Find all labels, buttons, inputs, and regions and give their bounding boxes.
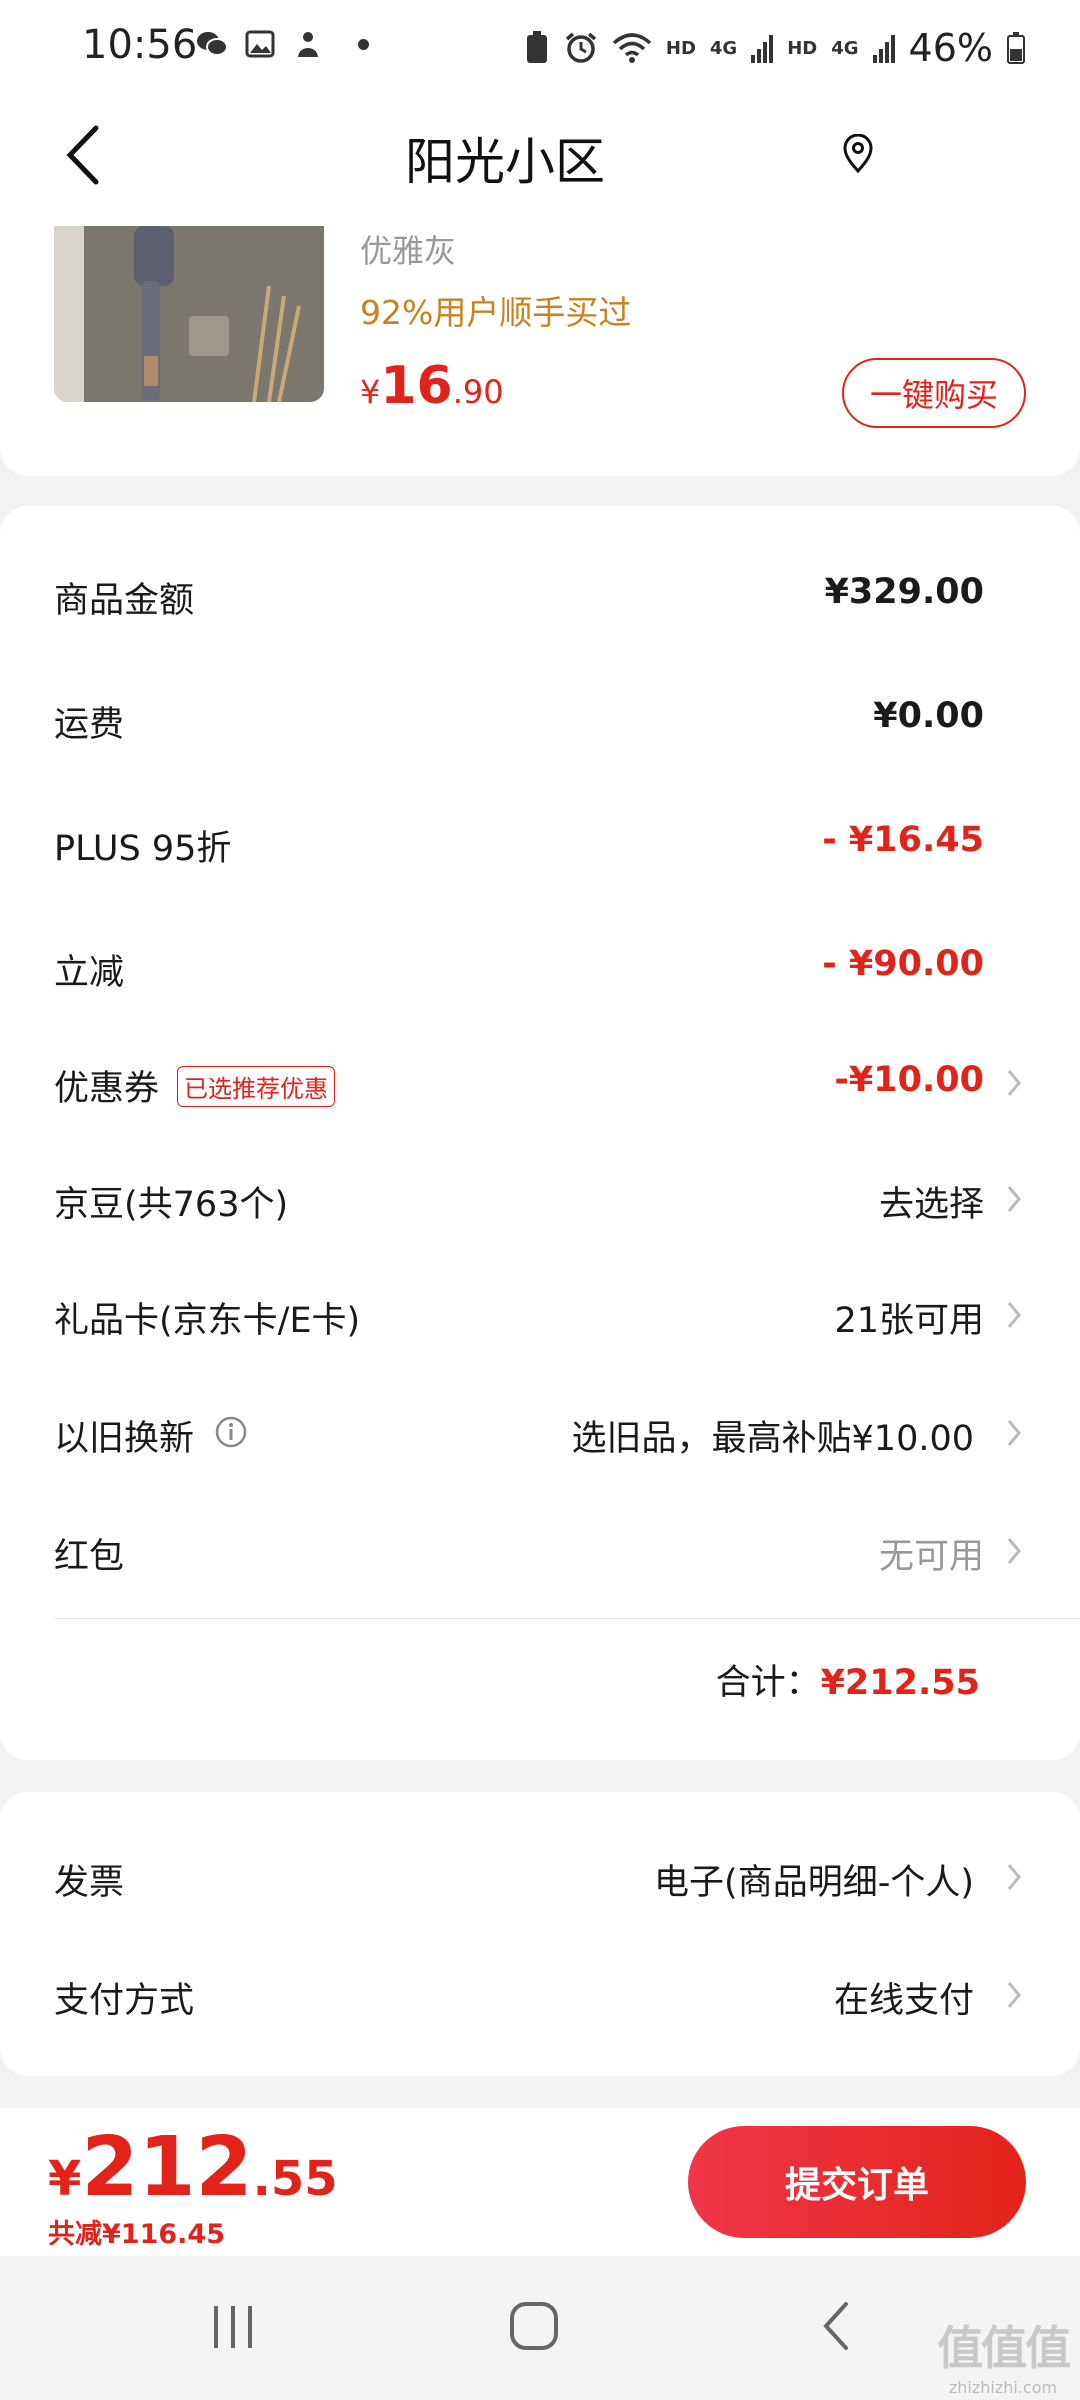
summary-row-gift-card[interactable]: 礼品卡(京东卡/E卡) 21张可用 <box>54 1274 1024 1354</box>
row-value: 21张可用 <box>834 1301 984 1341</box>
row-label: 礼品卡(京东卡/E卡) <box>54 1301 361 1341</box>
system-icons: HD 4G HD 4G 46% <box>524 26 1025 70</box>
network-hd-label: HD <box>665 37 696 59</box>
invoice-row[interactable]: 发票 电子(商品明细-个人) <box>54 1836 1024 1916</box>
row-value: 电子(商品明细-个人) <box>654 1863 974 1903</box>
recommended-product-card: 优雅灰 92%用户顺手买过 ¥16.90 一键购买 <box>0 226 1080 476</box>
battery-percent: 46% <box>908 26 993 70</box>
info-icon[interactable] <box>214 1415 248 1458</box>
product-price: ¥16.90 <box>360 356 504 416</box>
network-hd-label-2: HD <box>787 37 818 59</box>
product-image[interactable] <box>54 226 324 402</box>
chevron-right-icon <box>1007 1186 1021 1212</box>
total-saved: 共减¥116.45 <box>48 2219 225 2250</box>
summary-row-plus-discount: PLUS 95折 - ¥16.45 <box>54 802 1024 882</box>
row-value: ¥329.00 <box>824 572 984 612</box>
row-value: 选旧品，最高补贴¥10.00 <box>571 1419 974 1459</box>
alarm-icon <box>565 32 596 63</box>
total-value: ¥212.55 <box>820 1663 980 1703</box>
total-label: 合计： <box>715 1663 821 1703</box>
recommended-coupon-badge: 已选推荐优惠 <box>177 1065 336 1107</box>
checkout-bar: ¥212.55 共减¥116.45 提交订单 <box>0 2108 1080 2256</box>
signal-icon-2 <box>872 35 895 63</box>
row-label: 商品金额 <box>54 581 195 621</box>
chevron-right-icon <box>1007 1864 1021 1890</box>
row-value: - ¥16.45 <box>822 820 984 860</box>
payment-method-row[interactable]: 支付方式 在线支付 <box>54 1954 1024 2034</box>
checkout-total-price: ¥212.55 <box>48 2120 338 2215</box>
summary-row-coupon[interactable]: 优惠券 已选推荐优惠 -¥10.00 <box>54 1042 1024 1122</box>
chevron-right-icon <box>1007 1982 1021 2008</box>
watermark-site: zhizhizhi.com <box>948 2378 1058 2397</box>
nav-back-icon[interactable] <box>818 2298 854 2354</box>
chevron-right-icon <box>1007 1302 1021 1328</box>
home-icon[interactable] <box>508 2300 560 2352</box>
row-label: 立减 <box>54 953 125 993</box>
chevron-right-icon <box>1007 1070 1021 1096</box>
row-label: 京豆(共763个) <box>54 1185 289 1225</box>
summary-row-instant-discount: 立减 - ¥90.00 <box>54 926 1024 1006</box>
divider <box>54 1618 1080 1619</box>
battery-icon <box>1007 32 1025 64</box>
product-bought-hint: 92%用户顺手买过 <box>360 293 632 332</box>
chevron-right-icon <box>1007 1538 1021 1564</box>
invoice-payment-card: 发票 电子(商品明细-个人) 支付方式 在线支付 <box>0 1792 1080 2076</box>
checkout-currency: ¥ <box>48 2151 82 2207</box>
coupon-label: 优惠券 <box>54 1069 160 1109</box>
row-value: 无可用 <box>878 1537 984 1577</box>
wechat-icon <box>196 28 228 60</box>
recents-icon[interactable] <box>208 2302 258 2352</box>
row-value: ¥0.00 <box>873 696 984 736</box>
row-label: PLUS 95折 <box>54 829 232 869</box>
battery-saver-icon <box>526 31 547 63</box>
notification-icons <box>196 28 369 60</box>
order-total: 合计：¥212.55 <box>716 1654 980 1705</box>
status-bar: 10:56 HD 4G HD 4G 46% <box>0 0 1080 100</box>
signal-icon <box>751 35 774 63</box>
watermark: 值值值 zhizhizhi.com <box>928 2312 1078 2397</box>
order-summary-card: 商品金额 ¥329.00 运费 ¥0.00 PLUS 95折 - ¥16.45 … <box>0 506 1080 1760</box>
summary-row-red-packet[interactable]: 红包 无可用 <box>54 1510 1024 1590</box>
location-pin-icon[interactable] <box>840 134 876 174</box>
more-notifications-dot <box>358 38 369 50</box>
app-notification-icon <box>292 28 324 60</box>
summary-row-trade-in[interactable]: 以旧换新 选旧品，最高补贴¥10.00 <box>54 1392 1024 1472</box>
row-label: 红包 <box>54 1537 125 1577</box>
network-gen-label: 4G <box>709 37 738 59</box>
wifi-icon <box>612 33 652 63</box>
row-value: - ¥90.00 <box>822 944 984 984</box>
summary-row-subtotal: 商品金额 ¥329.00 <box>54 554 1024 634</box>
row-value: 去选择 <box>878 1185 984 1225</box>
trade-in-label: 以旧换新 <box>54 1419 195 1459</box>
gallery-icon <box>244 28 276 60</box>
row-label: 支付方式 <box>54 1981 195 2021</box>
row-label: 以旧换新 <box>54 1410 248 1462</box>
status-time: 10:56 <box>82 22 198 68</box>
one-click-buy-button[interactable]: 一键购买 <box>842 358 1026 428</box>
product-spec: 优雅灰 <box>360 232 457 270</box>
chevron-right-icon <box>1007 1420 1021 1446</box>
row-label: 优惠券 已选推荐优惠 <box>54 1060 336 1111</box>
product-price-decimal: .90 <box>452 373 504 411</box>
product-price-currency: ¥ <box>360 373 381 411</box>
row-value: 在线支付 <box>833 1981 974 2021</box>
checkout-price-decimal: .55 <box>252 2151 338 2207</box>
system-navigation-bar: 值值值 zhizhizhi.com <box>0 2256 1080 2400</box>
top-navigation: 阳光小区 <box>0 100 1080 228</box>
summary-row-shipping: 运费 ¥0.00 <box>54 678 1024 758</box>
row-value: -¥10.00 <box>834 1060 984 1100</box>
submit-order-button[interactable]: 提交订单 <box>688 2126 1026 2238</box>
watermark-logo: 值值值 <box>937 2321 1071 2375</box>
checkout-price-integer: 212 <box>81 2120 253 2215</box>
summary-row-jingdou[interactable]: 京豆(共763个) 去选择 <box>54 1158 1024 1238</box>
row-label: 发票 <box>54 1863 125 1903</box>
product-price-integer: 16 <box>380 356 453 416</box>
network-gen-label-2: 4G <box>831 37 859 59</box>
row-label: 运费 <box>54 705 125 745</box>
